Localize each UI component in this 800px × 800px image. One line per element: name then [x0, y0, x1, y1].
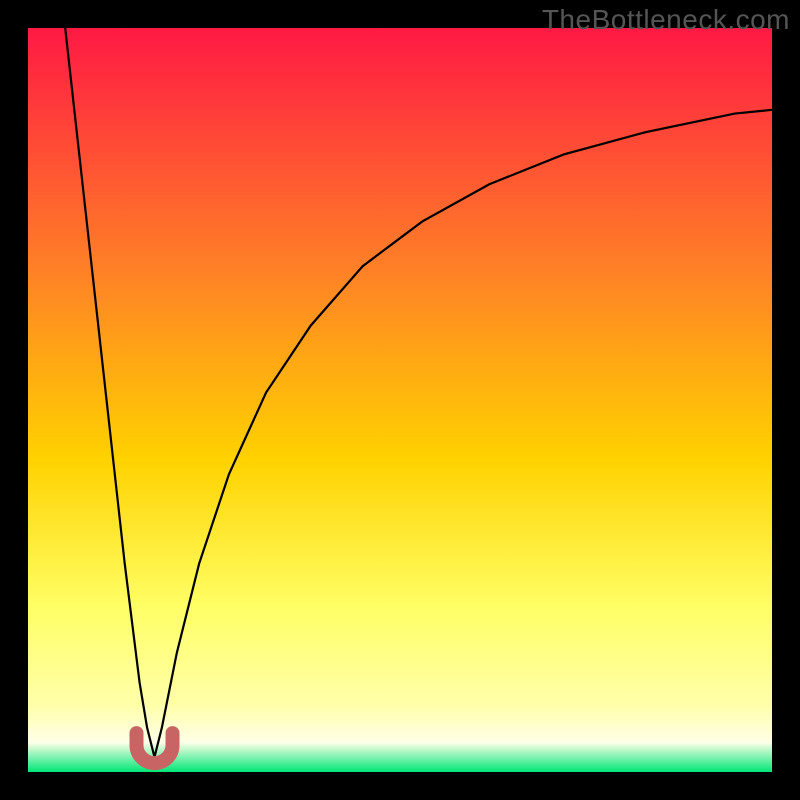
watermark-text: TheBottleneck.com [542, 4, 790, 36]
bottleneck-chart [0, 0, 800, 800]
plot-area [28, 28, 772, 772]
chart-container: { "watermark": "TheBottleneck.com", "col… [0, 0, 800, 800]
